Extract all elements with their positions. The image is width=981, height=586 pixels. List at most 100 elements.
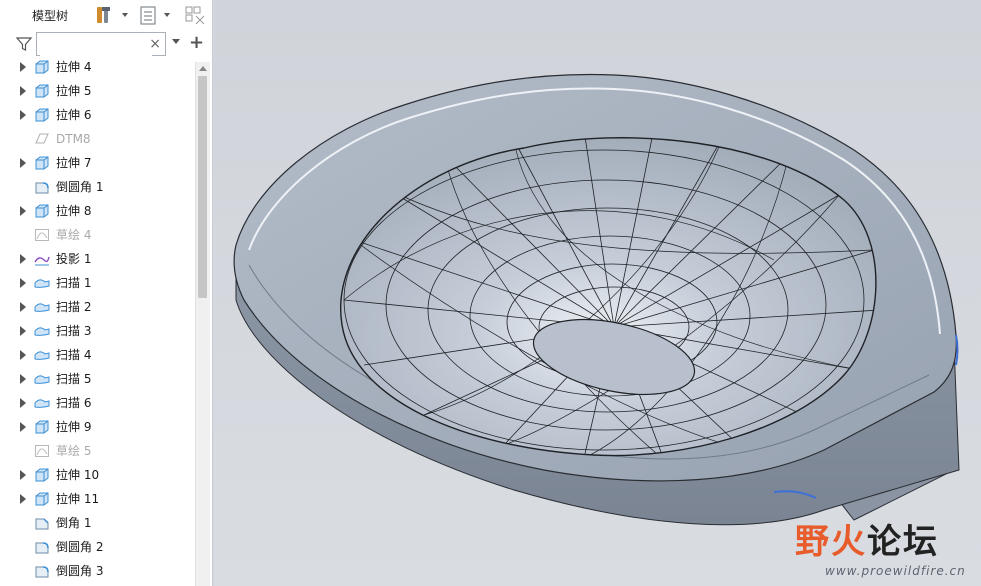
scroll-up-icon[interactable]: [199, 66, 207, 71]
round-icon: [34, 179, 50, 195]
forum-watermark: 野火论坛 www.proewildfire.cn: [795, 522, 981, 586]
tree-item[interactable]: 拉伸 11: [0, 487, 195, 511]
round-icon: [34, 563, 50, 579]
tree-item[interactable]: 倒圆角 3: [0, 559, 195, 583]
extrude-icon: [34, 60, 50, 75]
expand-arrow-icon[interactable]: [20, 374, 26, 384]
model-tree-title: 模型树: [32, 9, 69, 23]
expand-arrow-icon[interactable]: [20, 278, 26, 288]
watermark-url: www.proewildfire.cn: [825, 564, 966, 578]
tree-item[interactable]: 草绘 4: [0, 223, 195, 247]
layer-view-button[interactable]: [184, 4, 208, 26]
search-box[interactable]: ×: [36, 32, 166, 56]
expand-arrow-icon[interactable]: [20, 302, 26, 312]
scrollbar-thumb[interactable]: [198, 76, 207, 298]
extrude-icon: [34, 419, 50, 435]
layer-tree-icon: [185, 6, 205, 25]
tree-item[interactable]: 拉伸 4: [0, 60, 195, 79]
expand-arrow-icon[interactable]: [20, 254, 26, 264]
tree-item[interactable]: 拉伸 10: [0, 463, 195, 487]
round-icon: [34, 539, 50, 555]
tree-item-label: 扫描 4: [56, 348, 92, 362]
tree-scrollbar[interactable]: [195, 62, 210, 586]
extrude-icon: [34, 107, 50, 123]
tree-item[interactable]: 扫描 3: [0, 319, 195, 343]
list-view-icon: [140, 6, 170, 25]
expand-arrow-icon[interactable]: [20, 350, 26, 360]
tree-item-label: 拉伸 4: [56, 60, 92, 74]
sweep-icon: [34, 275, 50, 291]
tree-item-label: 扫描 2: [56, 300, 92, 314]
tree-item[interactable]: 拉伸 9: [0, 415, 195, 439]
extrude-icon: [34, 203, 50, 219]
chamfer-icon: [34, 515, 50, 531]
tree-item-label: 拉伸 7: [56, 156, 92, 170]
clear-search-button[interactable]: ×: [149, 35, 161, 53]
expand-arrow-icon[interactable]: [20, 422, 26, 432]
settings-tools-button[interactable]: [95, 4, 129, 26]
extrude-icon: [34, 491, 50, 507]
tree-item[interactable]: 拉伸 7: [0, 151, 195, 175]
sweep-icon: [34, 371, 50, 387]
tree-item[interactable]: 投影 1: [0, 247, 195, 271]
sweep-icon: [34, 299, 50, 315]
tree-item[interactable]: 扫描 6: [0, 391, 195, 415]
expand-arrow-icon[interactable]: [20, 62, 26, 72]
expand-arrow-icon[interactable]: [20, 494, 26, 504]
extrude-icon: [34, 83, 50, 99]
expand-arrow-icon[interactable]: [20, 86, 26, 96]
watermark-part1: 野火: [795, 522, 867, 562]
tools-icon: [97, 7, 128, 23]
tree-item[interactable]: 倒圆角 1: [0, 175, 195, 199]
tree-item[interactable]: 拉伸 5: [0, 79, 195, 103]
model-tree-filter-bar: × +: [0, 30, 213, 60]
tree-item[interactable]: 拉伸 6: [0, 103, 195, 127]
tree-item-label: 扫描 6: [56, 396, 92, 410]
tree-item-label: 拉伸 10: [56, 468, 100, 482]
tree-item[interactable]: 草绘 5: [0, 439, 195, 463]
tree-item[interactable]: 扫描 4: [0, 343, 195, 367]
model-tree-toolbar: 模型树: [0, 0, 213, 30]
sweep-icon: [34, 323, 50, 339]
graphics-viewport[interactable]: [214, 0, 981, 586]
watermark-part2: 论坛: [867, 522, 939, 562]
tree-item-label: 拉伸 11: [56, 492, 100, 506]
search-input[interactable]: [40, 34, 152, 56]
tree-item-label: 倒圆角 2: [56, 540, 104, 554]
tree-item-label: 拉伸 6: [56, 108, 92, 122]
tree-item-label: 草绘 5: [56, 444, 92, 458]
sweep-icon: [34, 395, 50, 411]
tree-item[interactable]: 扫描 5: [0, 367, 195, 391]
tree-item[interactable]: 扫描 1: [0, 271, 195, 295]
model-tree-panel: 模型树 × + 拉伸 4 拉伸 5 拉伸 6 DTM8 拉伸 7 倒圆角 1 拉…: [0, 0, 213, 586]
tree-item[interactable]: 倒角 1: [0, 511, 195, 535]
search-dropdown-icon[interactable]: [172, 39, 180, 44]
tree-item-label: 扫描 1: [56, 276, 92, 290]
expand-arrow-icon[interactable]: [20, 470, 26, 480]
tree-item[interactable]: 倒圆角 2: [0, 535, 195, 559]
add-filter-button[interactable]: +: [189, 32, 204, 53]
tree-item-label: 倒圆角 1: [56, 180, 104, 194]
model-tree: 拉伸 4 拉伸 5 拉伸 6 DTM8 拉伸 7 倒圆角 1 拉伸 8 草绘 4 投影 1 扫描 …: [0, 60, 195, 586]
tree-item[interactable]: DTM8: [0, 127, 195, 151]
model-3d-render[interactable]: [214, 0, 981, 586]
tree-item-label: 倒角 1: [56, 516, 92, 530]
expand-arrow-icon[interactable]: [20, 206, 26, 216]
watermark-title: 野火论坛: [795, 522, 939, 562]
tree-item-label: DTM8: [56, 132, 91, 146]
show-options-button[interactable]: [139, 4, 175, 26]
tree-item-label: 草绘 4: [56, 228, 92, 242]
tree-item-label: 扫描 3: [56, 324, 92, 338]
extrude-icon: [34, 155, 50, 171]
tree-item[interactable]: 扫描 2: [0, 295, 195, 319]
tree-item-label: 拉伸 5: [56, 84, 92, 98]
projection-icon: [34, 251, 50, 267]
expand-arrow-icon[interactable]: [20, 158, 26, 168]
expand-arrow-icon[interactable]: [20, 110, 26, 120]
filter-icon[interactable]: [15, 35, 33, 53]
tree-item-label: 拉伸 8: [56, 204, 92, 218]
expand-arrow-icon[interactable]: [20, 398, 26, 408]
tree-item[interactable]: 拉伸 8: [0, 199, 195, 223]
expand-arrow-icon[interactable]: [20, 326, 26, 336]
tree-item-label: 扫描 5: [56, 372, 92, 386]
